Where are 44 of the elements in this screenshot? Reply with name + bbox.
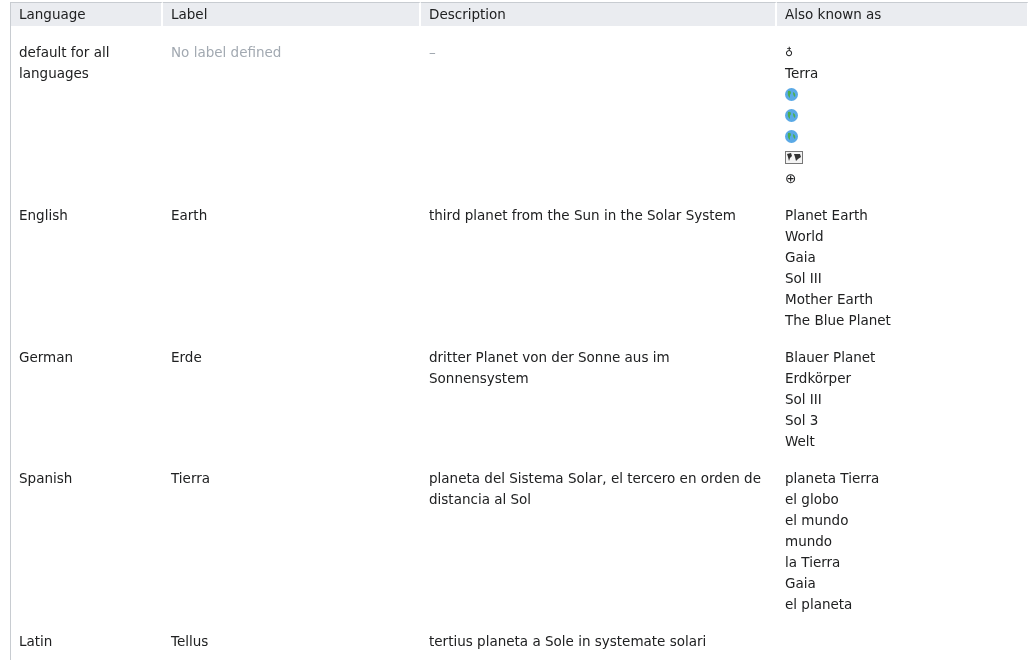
world-map-icon bbox=[785, 151, 803, 164]
language-cell-text: default for all languages bbox=[18, 43, 111, 83]
alias-text: planeta Tierra bbox=[785, 469, 880, 488]
alias-text: mundo bbox=[785, 532, 833, 551]
alias-text: el globo bbox=[785, 490, 839, 509]
alias-text: Mother Earth bbox=[785, 290, 874, 309]
language-cell-text: English bbox=[18, 206, 69, 225]
column-header: Label bbox=[163, 2, 421, 26]
label-cell-text: Earth bbox=[170, 206, 209, 225]
column-header: Language bbox=[11, 2, 163, 26]
alias-text: el planeta bbox=[785, 595, 853, 614]
globe-icon bbox=[785, 130, 798, 143]
alias-text: Planet Earth bbox=[785, 206, 868, 225]
globe-icon bbox=[785, 88, 798, 101]
label-cell-text: Erde bbox=[170, 348, 203, 367]
label-cell-text: No label defined bbox=[170, 43, 283, 62]
column-header: Also known as bbox=[777, 2, 1028, 26]
alias-text: el mundo bbox=[785, 511, 849, 530]
alias-text: ♁ bbox=[785, 45, 794, 61]
column-header: Description bbox=[421, 2, 777, 26]
alias-text: Gaia bbox=[785, 248, 816, 267]
description-cell-text: tertius planeta a Sole in systemate solari bbox=[428, 632, 708, 651]
alias-text: Sol 3 bbox=[785, 411, 819, 430]
alias-text: The Blue Planet bbox=[785, 311, 891, 330]
language-cell-text: Spanish bbox=[18, 469, 74, 488]
description-cell-text: planeta del Sistema Solar, el tercero en orden de distancia al Sol bbox=[428, 469, 762, 509]
description-cell-text: third planet from the Sun in the Solar System bbox=[428, 206, 738, 225]
label-cell-text: Tellus bbox=[170, 632, 210, 651]
globe-icon bbox=[785, 109, 798, 122]
alias-text: Welt bbox=[785, 432, 815, 451]
alias-text: Sol III bbox=[785, 390, 822, 409]
alias-text: Blauer Planet bbox=[785, 348, 876, 367]
language-cell-text: German bbox=[18, 348, 75, 367]
alias-text: Terra bbox=[785, 64, 819, 83]
alias-text: Gaia bbox=[785, 574, 816, 593]
alias-text: la Tierra bbox=[785, 553, 841, 572]
alias-text: ⊕ bbox=[785, 169, 797, 188]
description-cell-text: dritter Planet von der Sonne aus im Sonnensystem bbox=[428, 348, 671, 388]
description-cell-text: – bbox=[428, 43, 437, 62]
alias-text: Erdkörper bbox=[785, 369, 851, 388]
label-cell-text: Tierra bbox=[170, 469, 212, 488]
alias-text: World bbox=[785, 227, 824, 246]
language-cell-text: Latin bbox=[18, 632, 54, 651]
alias-text: Sol III bbox=[785, 269, 822, 288]
